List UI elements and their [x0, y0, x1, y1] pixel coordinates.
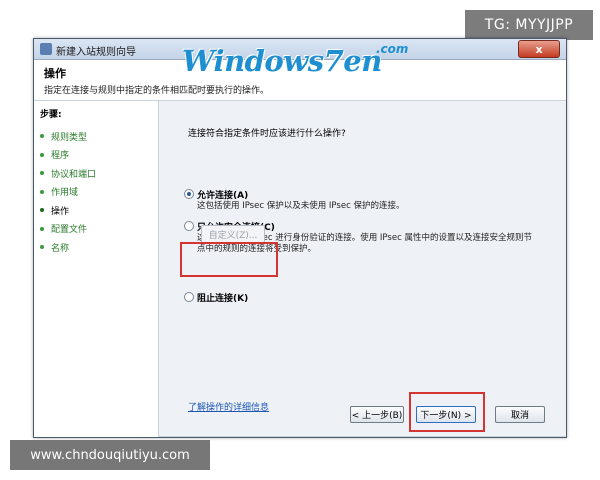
customize-button[interactable]: 自定义(Z)...: [201, 225, 265, 243]
page-title: 操作: [44, 67, 66, 80]
option-block-label: 阻止连接(K): [197, 294, 249, 304]
highlight-block-option: [180, 242, 278, 277]
footer-divider: [159, 436, 566, 437]
option-allow-label: 允许连接(A): [197, 191, 249, 201]
learn-more-link[interactable]: 了解操作的详细信息: [188, 400, 269, 413]
highlight-next-button: [409, 392, 485, 432]
radio-secure-only[interactable]: [184, 221, 194, 231]
steps-sidebar: 步骤: 规则类型 程序 协议和端口 作用域 操作 配置文件 名称: [34, 101, 159, 437]
steps-title: 步骤:: [40, 110, 62, 120]
close-button[interactable]: x: [518, 40, 560, 58]
firewall-icon: [40, 43, 52, 55]
sidebar-item-protocol-port[interactable]: 协议和端口: [40, 164, 96, 183]
window-title: 新建入站规则向导: [56, 47, 136, 58]
sidebar-item-scope[interactable]: 作用域: [40, 183, 96, 202]
radio-block[interactable]: [184, 292, 194, 302]
url-watermark: www.chndouqiutiyu.com: [10, 440, 210, 470]
step-bullet-icon: [40, 171, 44, 176]
step-bullet-icon: [40, 134, 44, 139]
radio-allow[interactable]: [184, 189, 194, 199]
page-description: 指定在连接与规则中指定的条件相匹配时要执行的操作。: [44, 86, 270, 96]
cancel-button[interactable]: 取消: [495, 406, 545, 423]
sidebar-item-program[interactable]: 程序: [40, 146, 96, 165]
site-logo: Windows7en .com: [180, 32, 420, 84]
step-bullet-icon: [40, 189, 44, 194]
tg-watermark: TG: MYYJJPP: [465, 10, 593, 40]
logo-text: Windows7en: [182, 44, 382, 78]
action-question: 连接符合指定条件时应该进行什么操作?: [188, 129, 346, 139]
step-bullet-icon: [40, 208, 44, 213]
sidebar-item-profile[interactable]: 配置文件: [40, 220, 96, 239]
back-button[interactable]: < 上一步(B): [350, 406, 404, 423]
sidebar-item-rule-type[interactable]: 规则类型: [40, 127, 96, 146]
sidebar-item-name[interactable]: 名称: [40, 238, 96, 257]
step-bullet-icon: [40, 226, 44, 231]
option-allow-desc: 这包括使用 IPsec 保护以及未使用 IPsec 保护的连接。: [197, 201, 405, 211]
step-bullet-icon: [40, 152, 44, 157]
wizard-window: 新建入站规则向导 x 操作 指定在连接与规则中指定的条件相匹配时要执行的操作。 …: [33, 38, 567, 438]
sidebar-item-action[interactable]: 操作: [40, 201, 96, 220]
step-bullet-icon: [40, 245, 44, 250]
logo-suffix: .com: [376, 42, 409, 56]
